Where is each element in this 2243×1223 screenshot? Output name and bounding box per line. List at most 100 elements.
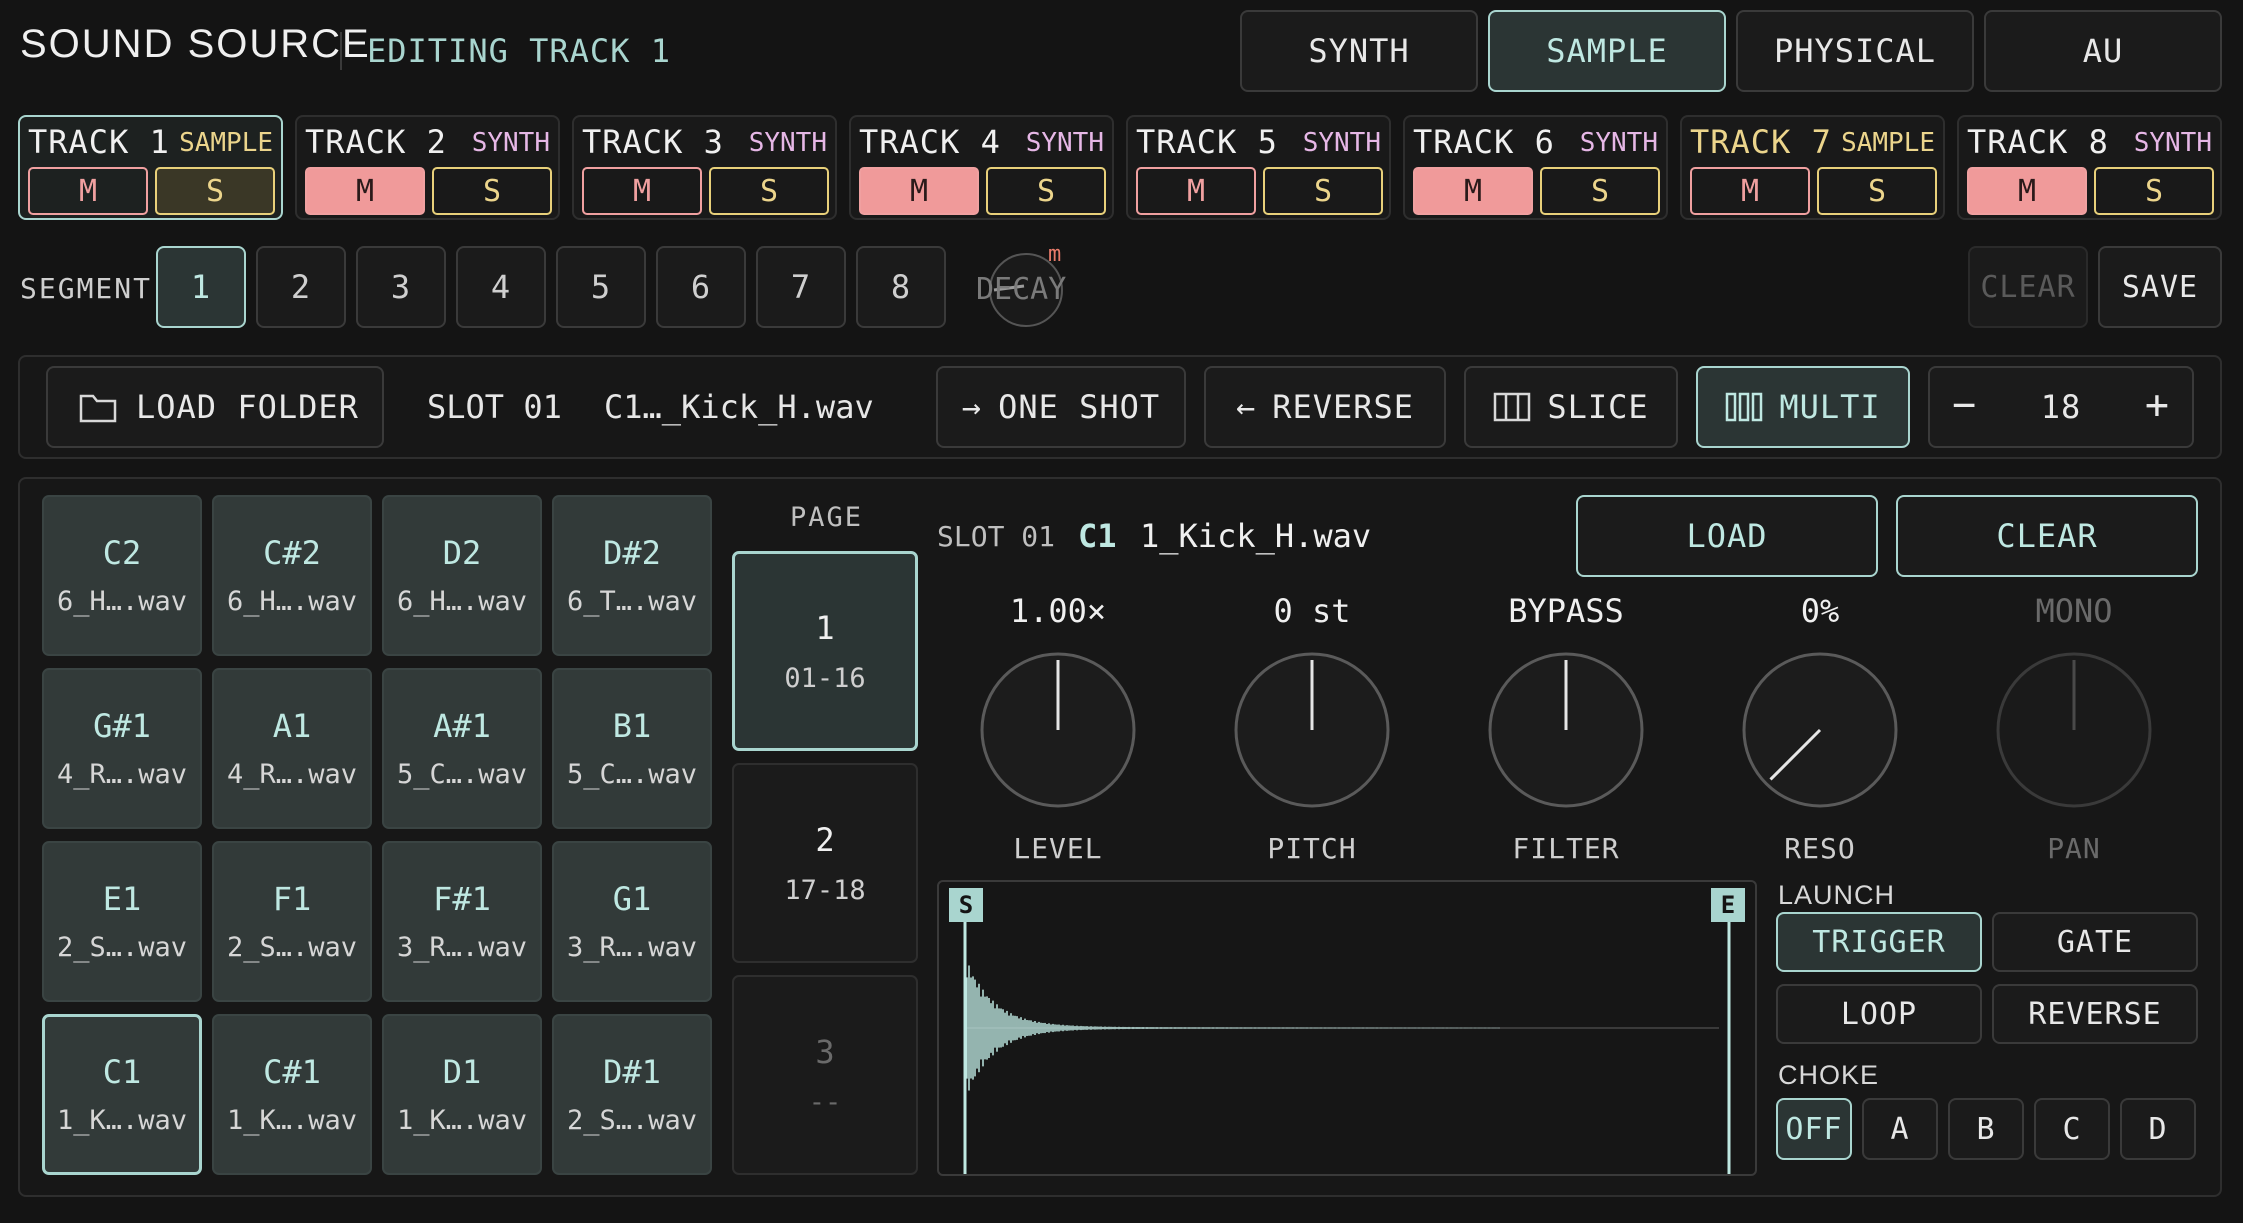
pad-c-sharp-2[interactable]: C#2 6_H….wav [212,495,372,656]
pad-c2[interactable]: C2 6_H….wav [42,495,202,656]
pan-knob[interactable] [1996,652,2152,808]
pad-note: D2 [442,534,482,572]
pad-g-sharp-1[interactable]: G#1 4_R….wav [42,668,202,829]
track-card-8[interactable]: TRACK 8 SYNTH M S [1957,115,2222,220]
pan-value: MONO [2035,592,2113,630]
page-range: 17-18 [784,874,866,906]
mute-button[interactable]: M [1136,167,1256,215]
page-button-3[interactable]: 3 -- [732,975,918,1175]
track-card-6[interactable]: TRACK 6 SYNTH M S [1403,115,1668,220]
launch-trigger-button[interactable]: TRIGGER [1776,912,1982,972]
pad-note: C2 [102,534,142,572]
pad-d2[interactable]: D2 6_H….wav [382,495,542,656]
pad-g1[interactable]: G1 3_R….wav [552,841,712,1002]
filter-label: FILTER [1512,832,1620,865]
filter-knob[interactable] [1488,652,1644,808]
mute-button[interactable]: M [1690,167,1810,215]
mute-button[interactable]: M [1967,167,2087,215]
pitch-knob[interactable] [1234,652,1390,808]
pad-file: 2_S….wav [566,1105,698,1136]
decrement-button[interactable]: − [1952,382,1977,428]
solo-button[interactable]: S [2094,167,2214,215]
mute-button[interactable]: M [582,167,702,215]
solo-button[interactable]: S [1540,167,1660,215]
track-card-1[interactable]: TRACK 1 SAMPLE M S [18,115,283,220]
launch-loop-button[interactable]: LOOP [1776,984,1982,1044]
segment-save-button[interactable]: SAVE [2098,246,2222,328]
solo-button[interactable]: S [1817,167,1937,215]
track-card-5[interactable]: TRACK 5 SYNTH M S [1126,115,1391,220]
segment-button-6[interactable]: 6 [656,246,746,328]
segment-button-8[interactable]: 8 [856,246,946,328]
pad-c-sharp-1[interactable]: C#1 1_K….wav [212,1014,372,1175]
mute-button[interactable]: M [859,167,979,215]
choke-b-button[interactable]: B [1948,1098,2024,1160]
track-type: SAMPLE [179,128,273,158]
multi-button[interactable]: MULTI [1696,366,1910,448]
pad-file: 1_K….wav [226,1105,358,1136]
pad-file: 6_T….wav [566,586,698,617]
pad-f1[interactable]: F1 2_S….wav [212,841,372,1002]
solo-button[interactable]: S [432,167,552,215]
slice-button[interactable]: SLICE [1464,366,1678,448]
pad-a1[interactable]: A1 4_R….wav [212,668,372,829]
pad-note: B1 [612,707,652,745]
choke-off-button[interactable]: OFF [1776,1098,1852,1160]
mute-button[interactable]: M [305,167,425,215]
editor-slot-label: SLOT 01 [937,520,1056,553]
page-button-2[interactable]: 2 17-18 [732,763,918,963]
pad-b1[interactable]: B1 5_C….wav [552,668,712,829]
arrow-left-icon: ← [1235,388,1257,426]
solo-button[interactable]: S [986,167,1106,215]
level-knob[interactable] [980,652,1136,808]
solo-button[interactable]: S [155,167,275,215]
pad-c1[interactable]: C1 1_K….wav [42,1014,202,1175]
slot-clear-button[interactable]: CLEAR [1896,495,2198,577]
segment-button-2[interactable]: 2 [256,246,346,328]
track-card-2[interactable]: TRACK 2 SYNTH M S [295,115,560,220]
segment-button-7[interactable]: 7 [756,246,846,328]
track-card-4[interactable]: TRACK 4 SYNTH M S [849,115,1114,220]
decay-knob[interactable]: DECAY m [976,242,1066,328]
choke-a-button[interactable]: A [1862,1098,1938,1160]
segment-button-1[interactable]: 1 [156,246,246,328]
pad-a-sharp-1[interactable]: A#1 5_C….wav [382,668,542,829]
track-card-3[interactable]: TRACK 3 SYNTH M S [572,115,837,220]
segment-button-5[interactable]: 5 [556,246,646,328]
engine-tab-label: AU [2082,32,2124,70]
solo-button[interactable]: S [1263,167,1383,215]
launch-reverse-button[interactable]: REVERSE [1992,984,2198,1044]
reso-knob[interactable] [1742,652,1898,808]
slot-load-button[interactable]: LOAD [1576,495,1878,577]
page-label: PAGE [790,502,864,533]
pad-d-sharp-2[interactable]: D#2 6_T….wav [552,495,712,656]
load-folder-button[interactable]: LOAD FOLDER [46,366,384,448]
mute-button[interactable]: M [28,167,148,215]
solo-button[interactable]: S [709,167,829,215]
end-marker[interactable]: E [1711,888,1745,922]
track-card-7[interactable]: TRACK 7 SAMPLE M S [1680,115,1945,220]
segment-clear-button[interactable]: CLEAR [1968,246,2088,328]
pad-d1[interactable]: D1 1_K….wav [382,1014,542,1175]
waveform-display[interactable]: S E [937,880,1757,1176]
increment-button[interactable]: + [2145,382,2170,428]
engine-tab-sample[interactable]: SAMPLE [1488,10,1726,92]
choke-d-button[interactable]: D [2120,1098,2196,1160]
segment-button-4[interactable]: 4 [456,246,546,328]
reverse-button[interactable]: ← REVERSE [1204,366,1446,448]
pad-note: F#1 [433,880,491,918]
pad-f-sharp-1[interactable]: F#1 3_R….wav [382,841,542,1002]
engine-tab-synth[interactable]: SYNTH [1240,10,1478,92]
pad-file: 4_R….wav [56,759,188,790]
start-marker[interactable]: S [949,888,983,922]
mute-button[interactable]: M [1413,167,1533,215]
launch-gate-button[interactable]: GATE [1992,912,2198,972]
pad-e1[interactable]: E1 2_S….wav [42,841,202,1002]
engine-tab-au[interactable]: AU [1984,10,2222,92]
pad-d-sharp-1[interactable]: D#1 2_S….wav [552,1014,712,1175]
engine-tab-physical[interactable]: PHYSICAL [1736,10,1974,92]
choke-c-button[interactable]: C [2034,1098,2110,1160]
one-shot-button[interactable]: → ONE SHOT [936,366,1186,448]
page-button-1[interactable]: 1 01-16 [732,551,918,751]
segment-button-3[interactable]: 3 [356,246,446,328]
